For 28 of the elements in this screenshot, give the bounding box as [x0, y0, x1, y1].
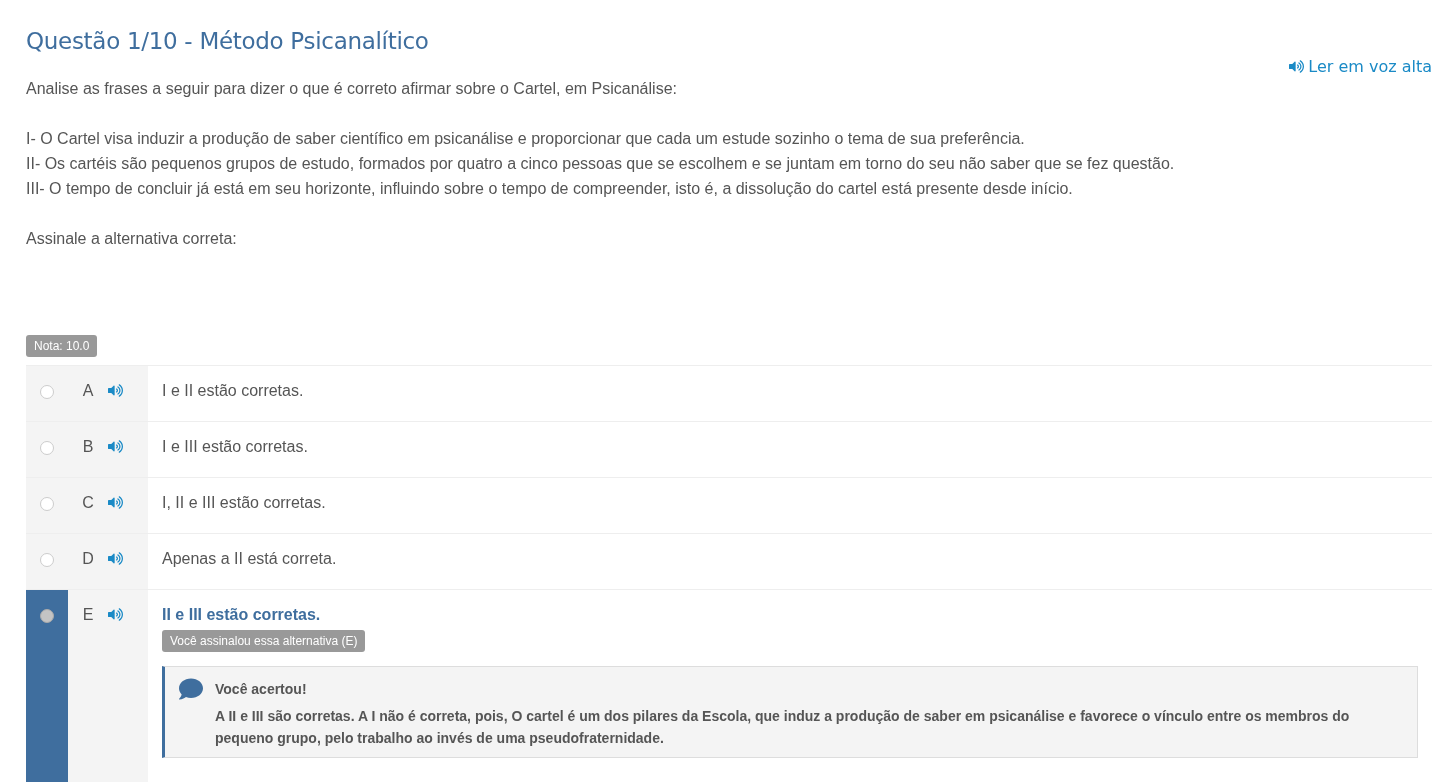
- question-prompt: Assinale a alternativa correta:: [26, 229, 238, 249]
- statement-text: II- Os cartéis são pequenos grupos de estudo, formados por quatro a cinco pessoas que se escolhem e se juntam em torno do seu não saber que se fez questão.: [26, 154, 1176, 174]
- radio-button[interactable]: [40, 497, 54, 511]
- option-text[interactable]: I, II e III estão corretas.: [162, 494, 1418, 512]
- option-text[interactable]: II e III estão corretas.: [162, 606, 1418, 624]
- radio-button[interactable]: [40, 553, 54, 567]
- option-text[interactable]: Apenas a II está correta.: [162, 550, 1418, 568]
- speaker-icon: [1289, 59, 1305, 74]
- selected-answer-badge: Você assinalou essa alternativa (E): [162, 630, 366, 652]
- option-letter: D: [81, 549, 95, 569]
- option-text[interactable]: I e II estão corretas.: [162, 382, 1418, 400]
- option-letter: A: [81, 381, 95, 401]
- grade-badge: Nota: 10.0: [26, 335, 98, 357]
- feedback-title: Você acertou!: [215, 681, 308, 697]
- option-letter: B: [81, 437, 95, 457]
- radio-button[interactable]: [40, 441, 54, 455]
- question-title: Questão 1/10 - Método Psicanalítico: [26, 28, 430, 54]
- radio-button[interactable]: [40, 385, 54, 399]
- option-letter: C: [81, 493, 95, 513]
- speech-bubble-icon: [179, 677, 203, 701]
- feedback-text: A II e III são corretas. A I não é correta, pois, O cartel é um dos pilares da Escola, que induz a produção de saber em psicanálise e favorece o vínculo entre os membros do pequeno grupo, pelo trabalho ao invés de uma pseudofraternidade.: [215, 707, 1351, 748]
- statement-text: III- O tempo de concluir já está em seu horizonte, influindo sobre o tempo de compreender, isto é, a dissolução do cartel está presente desde início.: [26, 179, 1074, 199]
- option-text[interactable]: I e III estão corretas.: [162, 438, 1418, 456]
- radio-button[interactable]: [40, 609, 54, 623]
- read-aloud-link[interactable]: Ler em voz alta: [1289, 57, 1432, 76]
- statement-text: I- O Cartel visa induzir a produção de saber científico em psicanálise e proporcionar que cada um estude sozinho o tema de sua preferência.: [26, 129, 1026, 149]
- option-letter: E: [81, 605, 95, 625]
- question-intro: Analise as frases a seguir para dizer o que é correto afirmar sobre o Cartel, em Psicanálise:: [26, 79, 678, 99]
